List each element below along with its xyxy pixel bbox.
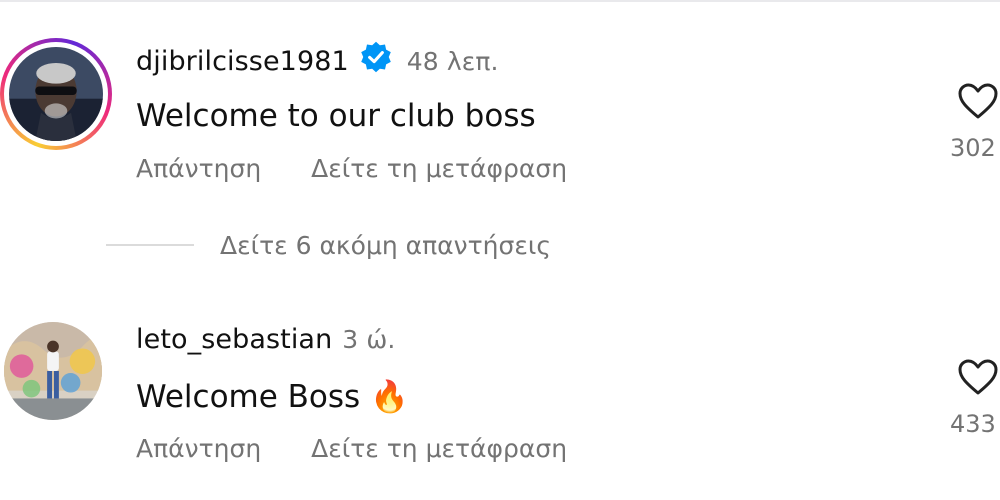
view-more-replies-label[interactable]: Δείτε 6 ακόμη απαντήσεις [220,231,551,260]
comment-actions: Απάντηση Δείτε τη μετάφραση [136,154,609,183]
avatar[interactable] [9,47,103,141]
like-control: 433 [948,358,1000,438]
see-translation-button[interactable]: Δείτε τη μετάφραση [311,434,567,463]
reply-button[interactable]: Απάντηση [136,154,261,183]
comment-time: 3 ώ. [342,325,396,354]
comment-username[interactable]: djibrilcisse1981 [136,46,349,77]
reply-button[interactable]: Απάντηση [136,434,261,463]
comment-text: Welcome Boss 🔥 [136,378,409,415]
top-divider [0,0,1000,2]
heart-icon[interactable] [957,359,999,400]
like-count: 302 [950,134,996,162]
avatar-photo [9,47,103,141]
verified-badge-icon [359,40,393,81]
comment-text-content: Welcome Boss [136,379,361,415]
fire-emoji: 🔥 [370,379,409,415]
comment-actions: Απάντηση Δείτε τη μετάφραση [136,434,609,463]
avatar[interactable] [4,322,102,420]
like-count: 433 [950,410,996,438]
comment-time: 48 λεπ. [406,47,499,76]
comment-text: Welcome to our club boss [136,98,536,134]
avatar-photo [4,322,102,420]
view-more-replies[interactable]: Δείτε 6 ακόμη απαντήσεις [106,228,551,262]
see-translation-button[interactable]: Δείτε τη μετάφραση [311,154,567,183]
heart-icon[interactable] [957,83,999,124]
avatar-story-ring[interactable] [0,38,112,150]
comment-username[interactable]: leto_sebastian [136,324,332,355]
comments-panel: djibrilcisse1981 48 λεπ. Welcome to our … [0,0,1000,500]
like-control: 302 [948,82,1000,162]
replies-divider-line [106,244,194,246]
